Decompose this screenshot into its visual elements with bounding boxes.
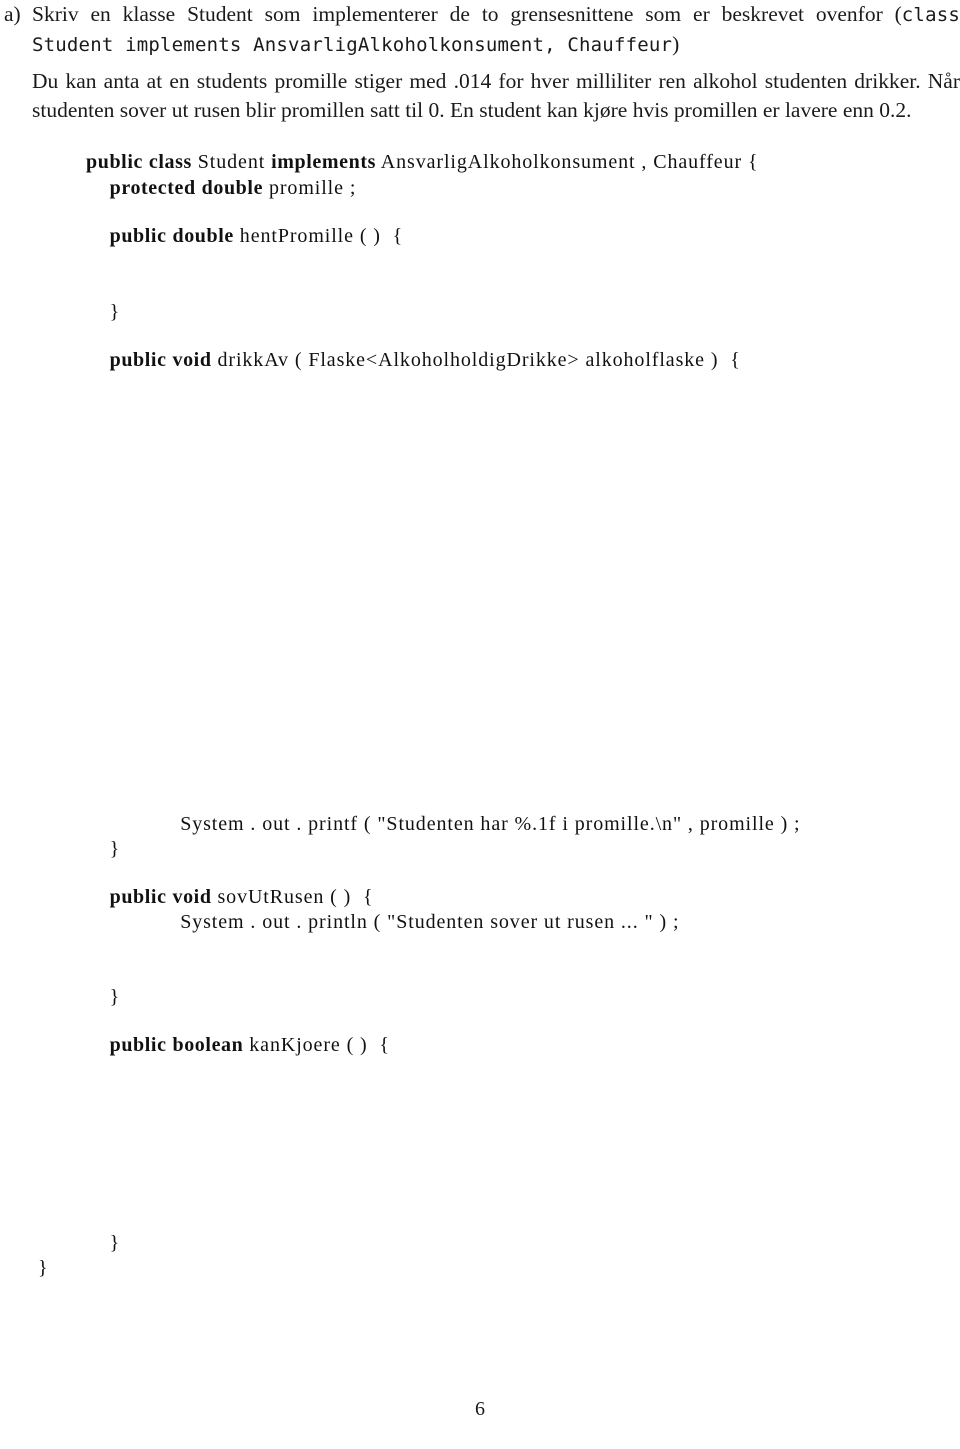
item-marker: a) <box>4 2 21 26</box>
code-token-id: AnsvarligAlkoholkonsument <box>380 151 636 173</box>
code-token-kw: public <box>109 886 167 908</box>
code-token-id: sovUtRusen ( ) <box>217 886 352 908</box>
item-body: Skriv en klasse Student som implementere… <box>32 0 960 124</box>
code-line-method-drikkav-open: public void drikkAv ( Flaske<Alkoholhold… <box>86 348 741 372</box>
code-token-kw: public <box>86 151 143 173</box>
prose-run: ) <box>672 31 680 56</box>
document-page: a) Skriv en klasse Student som implement… <box>0 0 960 1449</box>
code-line-method-hentpromille-close: } <box>86 300 120 324</box>
code-token-brace: { <box>380 225 404 247</box>
code-token-sp <box>86 838 110 860</box>
task-details-paragraph: Du kan anta at en students promille stig… <box>32 67 960 124</box>
code-token-brace: { <box>742 151 759 173</box>
code-token-sp <box>86 225 110 247</box>
code-token-sp <box>86 986 110 1008</box>
code-token-id: System . out . println ( <box>180 911 388 933</box>
code-token-id: hentPromille ( ) <box>239 225 381 247</box>
code-token-id: kanKjoere ( ) <box>249 1034 368 1056</box>
code-token-brace: } <box>109 1232 121 1254</box>
code-line-class-close: } <box>38 1256 49 1280</box>
code-line-method-sovutrusen-open: public void sovUtRusen ( ) { <box>86 885 374 909</box>
prose-run: Du kan anta at en students promille stig… <box>32 69 960 122</box>
task-statement-paragraph: Skriv en klasse Student som implementere… <box>32 0 960 59</box>
code-token-kw: public <box>109 349 167 371</box>
code-token-kw: implements <box>271 151 376 173</box>
code-token-kw: public <box>109 225 167 247</box>
code-token-kw: void <box>172 349 212 371</box>
code-token-sp <box>86 886 110 908</box>
code-token-sp <box>86 349 110 371</box>
code-token-sp <box>86 177 110 199</box>
code-token-str: "Studenten sover ut rusen ... " <box>387 911 654 933</box>
code-line-method-hentpromille-open: public double hentPromille ( ) { <box>86 224 403 248</box>
code-token-id: drikkAv ( Flaske<AlkoholholdigDrikke> al… <box>217 349 719 371</box>
code-line-method-kankjoere-open: public boolean kanKjoere ( ) { <box>86 1033 390 1057</box>
code-line-method-kankjoere-close: } <box>86 1231 120 1255</box>
code-token-sp <box>133 813 180 835</box>
code-token-id: , <box>635 151 654 173</box>
code-token-brace: { <box>367 1034 390 1056</box>
code-token-kw: double <box>172 225 234 247</box>
code-token-brace: } <box>38 1257 49 1279</box>
code-token-kw: class <box>148 151 192 173</box>
code-token-str: "Studenten har %.1f i promille.\n" <box>377 813 683 835</box>
code-line-println-sover-ut: System . out . println ( "Studenten sove… <box>133 910 679 934</box>
code-token-kw: boolean <box>172 1034 244 1056</box>
code-token-brace: } <box>109 986 121 1008</box>
code-token-id: System . out . printf ( <box>180 813 378 835</box>
code-token-brace: } <box>109 838 121 860</box>
code-token-kw: double <box>201 177 264 199</box>
code-token-brace: { <box>351 886 374 908</box>
code-token-brace: { <box>718 349 741 371</box>
code-token-sp <box>133 911 180 933</box>
code-line-method-drikkav-close: } <box>86 837 120 861</box>
code-token-sp <box>86 301 110 323</box>
code-line-printf-promille: System . out . printf ( "Studenten har %… <box>133 812 801 836</box>
code-token-id: ) ; <box>653 911 680 933</box>
code-line-field-promille: protected double promille ; <box>86 176 356 200</box>
prose-run: Skriv en klasse Student som implementere… <box>32 2 902 26</box>
code-token-brace: } <box>109 301 121 323</box>
code-token-kw: protected <box>109 177 196 199</box>
code-token-kw: void <box>172 886 212 908</box>
page-number: 6 <box>475 1398 485 1420</box>
code-line-method-sovutrusen-close: } <box>86 985 120 1009</box>
java-code-listing: public class Student implements Ansvarli… <box>0 150 960 1300</box>
code-token-id: , promille ) ; <box>682 813 801 835</box>
code-token-id: Student <box>197 151 266 173</box>
code-token-id: promille ; <box>268 177 357 199</box>
code-token-sp <box>86 1034 110 1056</box>
code-token-id: Chauffeur <box>653 151 743 173</box>
code-line-class-decl: public class Student implements Ansvarli… <box>86 150 758 174</box>
code-token-sp <box>86 1232 110 1254</box>
code-token-kw: public <box>109 1034 167 1056</box>
